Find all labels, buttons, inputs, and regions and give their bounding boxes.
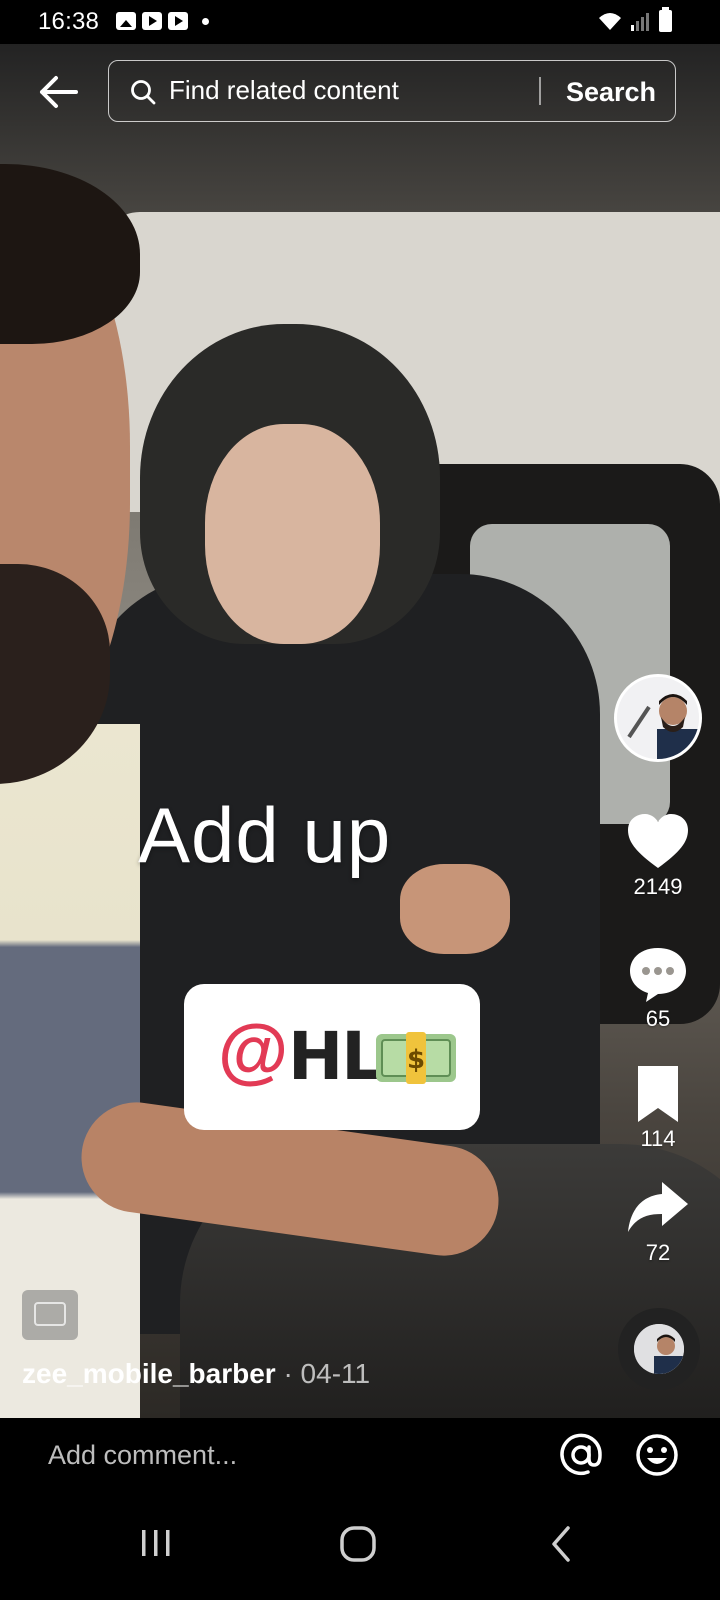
share-count: 72: [645, 1240, 671, 1265]
share-arrow-icon[interactable]: [626, 1178, 690, 1238]
comment-action[interactable]: 65: [618, 944, 698, 1032]
money-emoji-icon: $: [376, 1032, 456, 1084]
save-action[interactable]: 114: [618, 1064, 698, 1152]
music-disc[interactable]: [618, 1308, 700, 1390]
post-date: · 04-11: [283, 1358, 371, 1389]
status-bar: 16:38: [0, 0, 720, 44]
search-bar[interactable]: Find related content Search: [108, 60, 676, 122]
at-icon[interactable]: [558, 1432, 604, 1478]
search-icon: [131, 80, 156, 105]
heart-icon[interactable]: [626, 812, 690, 872]
video-caption-text: Add up: [138, 791, 392, 879]
youtube-notification-icon-2: [168, 12, 188, 30]
author-name[interactable]: zee_mobile_barber: [22, 1358, 276, 1389]
avatar-photo: [617, 677, 699, 759]
home-icon[interactable]: [338, 1524, 378, 1564]
system-nav-bar: [0, 1500, 720, 1600]
video-player[interactable]: [0, 44, 720, 1418]
mention-at-symbol: @: [218, 1011, 289, 1091]
svg-text:$: $: [407, 1045, 425, 1075]
comment-input[interactable]: Add comment...: [48, 1440, 237, 1471]
save-count: 114: [640, 1126, 676, 1151]
comment-bubble-icon[interactable]: [626, 944, 690, 1004]
like-action[interactable]: 2149: [618, 812, 698, 900]
mention-sticker[interactable]: @ HL $: [184, 984, 480, 1130]
status-time: 16:38: [38, 8, 100, 35]
bookmark-icon[interactable]: [626, 1064, 690, 1124]
notification-icons: [116, 12, 209, 30]
like-count: 2149: [633, 874, 683, 899]
gallery-notification-icon: [116, 12, 136, 30]
emoji-icon[interactable]: [634, 1432, 680, 1478]
system-icons: [597, 7, 672, 32]
video-person-face: [205, 424, 380, 644]
video-person-hand: [400, 864, 510, 954]
battery-icon: [659, 7, 672, 32]
recent-apps-icon[interactable]: [138, 1526, 174, 1560]
more-notifications-icon: [202, 17, 209, 25]
back-icon[interactable]: [546, 1524, 576, 1564]
search-input[interactable]: Find related content: [169, 75, 399, 106]
youtube-notification-icon: [142, 12, 162, 30]
music-disc-avatar: [634, 1324, 684, 1374]
share-action[interactable]: 72: [618, 1178, 698, 1266]
back-arrow-icon[interactable]: [36, 70, 80, 114]
author-line[interactable]: zee_mobile_barber · 04-11: [22, 1358, 370, 1390]
mention-handle: HL: [288, 1018, 383, 1095]
comment-count: 65: [645, 1006, 671, 1031]
creator-avatar[interactable]: [614, 674, 702, 762]
captions-toggle-icon[interactable]: [22, 1290, 78, 1340]
comment-bar: Add comment...: [0, 1418, 720, 1500]
wifi-icon: [599, 13, 621, 30]
search-button[interactable]: Search: [555, 73, 667, 111]
signal-icon: [631, 13, 649, 31]
search-divider: [539, 77, 541, 105]
